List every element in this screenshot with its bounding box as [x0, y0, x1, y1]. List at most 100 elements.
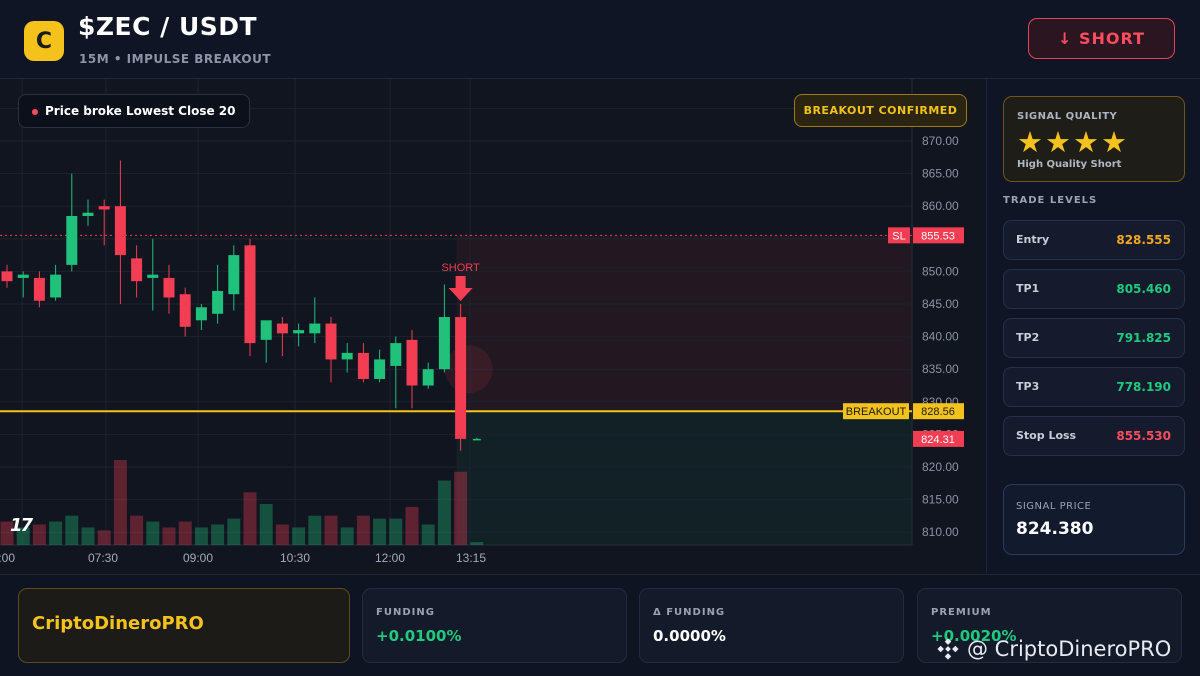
candle-body [406, 339, 418, 386]
delta-funding-label: Δ FUNDING [653, 607, 726, 618]
volume-bar [146, 521, 160, 545]
tradingview-logo[interactable]: 17 [10, 515, 33, 536]
candle-body [82, 212, 94, 216]
candle-body [114, 206, 126, 256]
candle-body [212, 290, 224, 314]
premium-label: PREMIUM [931, 607, 992, 618]
volume-bar [292, 527, 306, 545]
level-stop-loss: Stop Loss 855.530 [1003, 416, 1185, 456]
x-tick-label: 09:00 [183, 551, 213, 565]
star-rating: ★★★★ [1017, 125, 1129, 159]
volume-bar [340, 527, 354, 545]
y-tick-label: 815.00 [922, 493, 959, 507]
volume-bar [227, 518, 241, 545]
timeframe-subtitle: 15M • IMPULSE BREAKOUT [79, 52, 272, 66]
candle-body [260, 320, 272, 340]
signal-glow [444, 345, 493, 394]
signal-quality-subtitle: High Quality Short [1017, 159, 1122, 170]
candle-body [66, 215, 78, 265]
volume-bar [308, 515, 322, 545]
price-chart[interactable]: SHORT875.00870.00865.00860.00855.00850.0… [0, 79, 985, 573]
header-bar: C $ZEC / USDT 15M • IMPULSE BREAKOUT ↓ S… [0, 0, 1200, 79]
candle-body [228, 255, 240, 295]
volume-bar [97, 530, 111, 545]
volume-bar [275, 524, 289, 545]
funding-value: +0.0100% [376, 627, 462, 645]
candle-body [17, 274, 29, 278]
candle-body [1, 271, 13, 282]
volume-bar [194, 527, 208, 545]
candle-body [33, 277, 45, 301]
candle-body [472, 438, 481, 441]
candle-body [357, 352, 369, 379]
x-tick-label: 06:00 [0, 551, 15, 565]
level-value: 791.825 [1116, 331, 1171, 345]
footer-bar: CriptoDineroPRO FUNDING +0.0100% Δ FUNDI… [0, 574, 1200, 676]
candlestick-chart[interactable]: SHORT875.00870.00865.00860.00855.00850.0… [0, 79, 985, 573]
volume-bar [324, 515, 338, 545]
signal-price-value: 824.380 [1016, 519, 1094, 539]
last-price-tag: 824.31 [921, 434, 955, 446]
delta-funding-card: Δ FUNDING 0.0000% [639, 588, 904, 663]
y-tick-label: 865.00 [922, 167, 959, 181]
volume-bar [162, 527, 176, 545]
volume-bar [356, 515, 370, 545]
candle-body [244, 245, 256, 344]
x-tick-label: 12:00 [375, 551, 405, 565]
signal-pill: Price broke Lowest Close 20 [18, 94, 251, 128]
level-value: 828.555 [1116, 233, 1171, 247]
binance-icon [937, 638, 959, 660]
y-tick-label: 870.00 [922, 134, 959, 148]
level-entry: Entry 828.555 [1003, 220, 1185, 260]
y-tick-label: 820.00 [922, 460, 959, 474]
candle-body [293, 330, 305, 334]
candle-body [147, 274, 159, 278]
sl-tag: SL [892, 230, 905, 242]
funding-label: FUNDING [376, 607, 435, 618]
candle-body [195, 307, 207, 321]
volume-bar [211, 524, 225, 545]
delta-funding-value: 0.0000% [653, 627, 726, 645]
x-tick-label: 13:15 [456, 551, 486, 565]
level-label: TP1 [1016, 282, 1040, 295]
candle-body [131, 258, 143, 282]
brand-name: CriptoDineroPRO [32, 613, 204, 634]
volume-bar [32, 524, 46, 545]
level-value: 855.530 [1116, 429, 1171, 443]
volume-bar [259, 503, 273, 545]
volume-bar [65, 515, 79, 545]
candle-body [309, 323, 321, 334]
short-button[interactable]: ↓ SHORT [1028, 18, 1175, 59]
volume-bar [178, 521, 192, 545]
red-dot-icon [32, 109, 38, 115]
candle-body [276, 323, 288, 334]
y-tick-label: 850.00 [922, 264, 959, 278]
y-tick-label: 860.00 [922, 199, 959, 213]
volume-bar [373, 518, 387, 545]
signal-panel: SIGNAL QUALITY ★★★★ High Quality Short T… [986, 79, 1200, 573]
candle-body [341, 352, 353, 360]
breakout-price-tag: 828.56 [921, 406, 955, 418]
funding-card: FUNDING +0.0100% [362, 588, 627, 663]
level-tp3: TP3 778.190 [1003, 367, 1185, 407]
y-tick-label: 845.00 [922, 297, 959, 311]
candle-body [179, 294, 191, 327]
breakout-tag: BREAKOUT [846, 406, 907, 418]
brand-card: CriptoDineroPRO [18, 588, 350, 663]
volume-bar [421, 524, 435, 545]
x-tick-label: 10:30 [280, 551, 310, 565]
level-tp1: TP1 805.460 [1003, 269, 1185, 309]
level-tp2: TP2 791.825 [1003, 318, 1185, 358]
candle-body [390, 343, 402, 366]
candle-body [374, 359, 386, 379]
signal-quality-card: SIGNAL QUALITY ★★★★ High Quality Short [1003, 96, 1185, 182]
breakout-confirmed-badge: BREAKOUT CONFIRMED [794, 94, 967, 127]
coin-logo: C [24, 21, 64, 61]
y-tick-label: 810.00 [922, 525, 959, 539]
watermark: @ CriptoDineroPRO [937, 637, 1171, 661]
candle-body [455, 317, 467, 439]
sl-price-tag: 855.53 [921, 230, 955, 242]
signal-pill-text: Price broke Lowest Close 20 [45, 104, 236, 118]
level-label: Stop Loss [1016, 429, 1077, 442]
volume-bar [130, 515, 144, 545]
